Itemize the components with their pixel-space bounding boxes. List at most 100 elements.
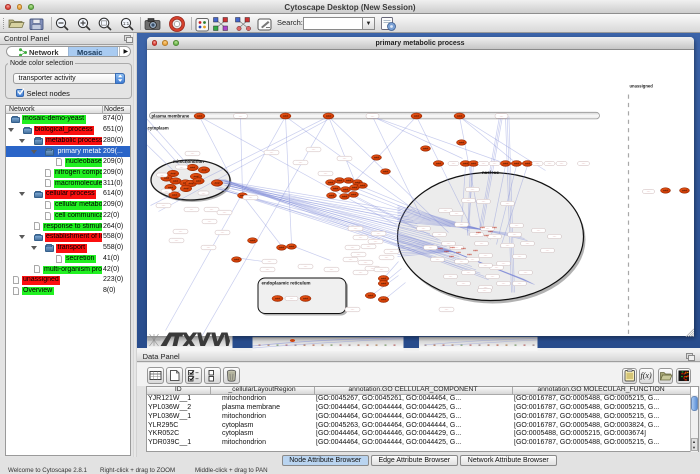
svg-text:·─·: ·─· <box>179 165 183 169</box>
svg-text:###: ### <box>183 186 188 190</box>
svg-text:·─·: ·─· <box>512 232 516 236</box>
svg-text:·─·: ·─· <box>435 257 439 261</box>
svg-text:###: ### <box>484 233 489 237</box>
svg-text:###: ### <box>359 183 364 187</box>
svg-text:###: ### <box>214 181 219 185</box>
svg-text:·─·: ·─· <box>358 235 362 239</box>
svg-text:·─·: ·─· <box>267 259 271 263</box>
svg-text:·─·: ·─· <box>494 265 498 269</box>
svg-text:·─·: ·─· <box>505 201 509 205</box>
svg-text:·─·: ·─· <box>499 114 503 118</box>
svg-text:###: ### <box>513 161 518 165</box>
svg-text:·─·: ·─· <box>207 219 211 223</box>
svg-text:###: ### <box>462 161 467 165</box>
svg-text:###: ### <box>524 161 529 165</box>
svg-text:·─·: ·─· <box>536 228 540 232</box>
svg-text:·─·: ·─· <box>483 263 487 267</box>
svg-text:cytoplasm: cytoplasm <box>147 125 168 130</box>
svg-text:###: ### <box>458 140 463 144</box>
svg-text:###: ### <box>172 179 177 183</box>
svg-text:###: ### <box>249 238 254 242</box>
svg-text:·─·: ·─· <box>470 257 474 261</box>
svg-text:·─·: ·─· <box>428 245 432 249</box>
svg-text:·─·: ·─· <box>161 203 165 207</box>
svg-text:###: ### <box>422 146 427 150</box>
svg-text:·─·: ·─· <box>454 211 458 215</box>
svg-text:·─·: ·─· <box>505 243 509 247</box>
svg-text:unassigned: unassigned <box>629 83 653 88</box>
svg-text:·─·: ·─· <box>482 288 486 292</box>
svg-text:·─·: ·─· <box>492 161 496 165</box>
svg-text:###: ### <box>328 193 333 197</box>
svg-text:·─·: ·─· <box>454 245 458 249</box>
svg-text:·─·: ·─· <box>559 161 563 165</box>
svg-text:·─·: ·─· <box>514 223 518 227</box>
svg-text:###: ### <box>345 178 350 182</box>
svg-text:·─·: ·─· <box>174 238 178 242</box>
svg-text:·─·: ·─· <box>329 267 333 271</box>
svg-text:###: ### <box>195 179 200 183</box>
svg-text:·─·: ·─· <box>437 232 441 236</box>
svg-text:###: ### <box>435 161 440 165</box>
svg-text:###: ### <box>480 225 485 229</box>
svg-text:###: ### <box>473 248 478 252</box>
svg-text:·─·: ·─· <box>501 281 505 285</box>
svg-text:·─·: ·─· <box>545 248 549 252</box>
svg-text:·─·: ·─· <box>547 161 551 165</box>
svg-text:###: ### <box>438 246 443 250</box>
svg-text:1:1: 1:1 <box>123 21 130 26</box>
svg-text:###: ### <box>492 225 497 229</box>
svg-text:mitochondrion: mitochondrion <box>173 159 204 164</box>
svg-text:·─·: ·─· <box>376 231 380 235</box>
svg-text:###: ### <box>681 188 686 192</box>
svg-text:###: ### <box>444 249 449 253</box>
svg-text:·─·: ·─· <box>209 207 213 211</box>
svg-text:·─·: ·─· <box>178 229 182 233</box>
svg-text:·─·: ·─· <box>483 253 487 257</box>
svg-text:·─·: ·─· <box>363 260 367 264</box>
svg-text:###: ### <box>467 252 472 256</box>
svg-text:·─·: ·─· <box>492 234 496 238</box>
svg-text:###: ### <box>325 114 330 118</box>
svg-text:·─·: ·─· <box>265 267 269 271</box>
svg-text:###: ### <box>336 178 341 182</box>
svg-text:·─·: ·─· <box>389 249 393 253</box>
svg-text:·─·: ·─· <box>373 239 377 243</box>
svg-text:endoplasmic reticulum: endoplasmic reticulum <box>261 280 310 285</box>
svg-text:·─·: ·─· <box>451 161 455 165</box>
svg-text:###: ### <box>449 254 454 258</box>
svg-text:plasma membrane: plasma membrane <box>151 113 189 118</box>
svg-text:·─·: ·─· <box>421 226 425 230</box>
svg-text:·─·: ·─· <box>459 259 463 263</box>
svg-text:·─·: ·─· <box>646 189 650 193</box>
svg-text:·─·: ·─· <box>348 257 352 261</box>
svg-text:###: ### <box>662 188 667 192</box>
svg-text:·─·: ·─· <box>481 199 485 203</box>
svg-text:###: ### <box>502 161 507 165</box>
svg-text:###: ### <box>171 193 176 197</box>
svg-text:·─·: ·─· <box>448 274 452 278</box>
svg-text:###: ### <box>382 169 387 173</box>
svg-text:·─·: ·─· <box>466 198 470 202</box>
svg-text:·─·: ·─· <box>517 254 521 258</box>
svg-text:·─·: ·─· <box>535 161 539 165</box>
svg-text:·─·: ·─· <box>303 264 307 268</box>
svg-text:·─·: ·─· <box>220 230 224 234</box>
svg-text:·─·: ·─· <box>517 281 521 285</box>
svg-text:###: ### <box>170 171 175 175</box>
svg-text:·─·: ·─· <box>289 296 293 300</box>
svg-text:·─·: ·─· <box>461 281 465 285</box>
svg-text:·─·: ·─· <box>444 307 448 311</box>
svg-text:###: ### <box>373 155 378 159</box>
svg-text:·─·: ·─· <box>159 173 163 177</box>
svg-text:###: ### <box>380 281 385 285</box>
svg-text:###: ### <box>327 180 332 184</box>
svg-text:nucleus: nucleus <box>481 170 499 175</box>
svg-text:###: ### <box>278 245 283 249</box>
svg-text:###: ### <box>456 250 461 254</box>
svg-text:·─·: ·─· <box>269 150 273 154</box>
svg-text:·─·: ·─· <box>470 187 474 191</box>
svg-text:·─·: ·─· <box>248 195 252 199</box>
svg-text:###: ### <box>274 296 279 300</box>
svg-text:###: ### <box>470 161 475 165</box>
